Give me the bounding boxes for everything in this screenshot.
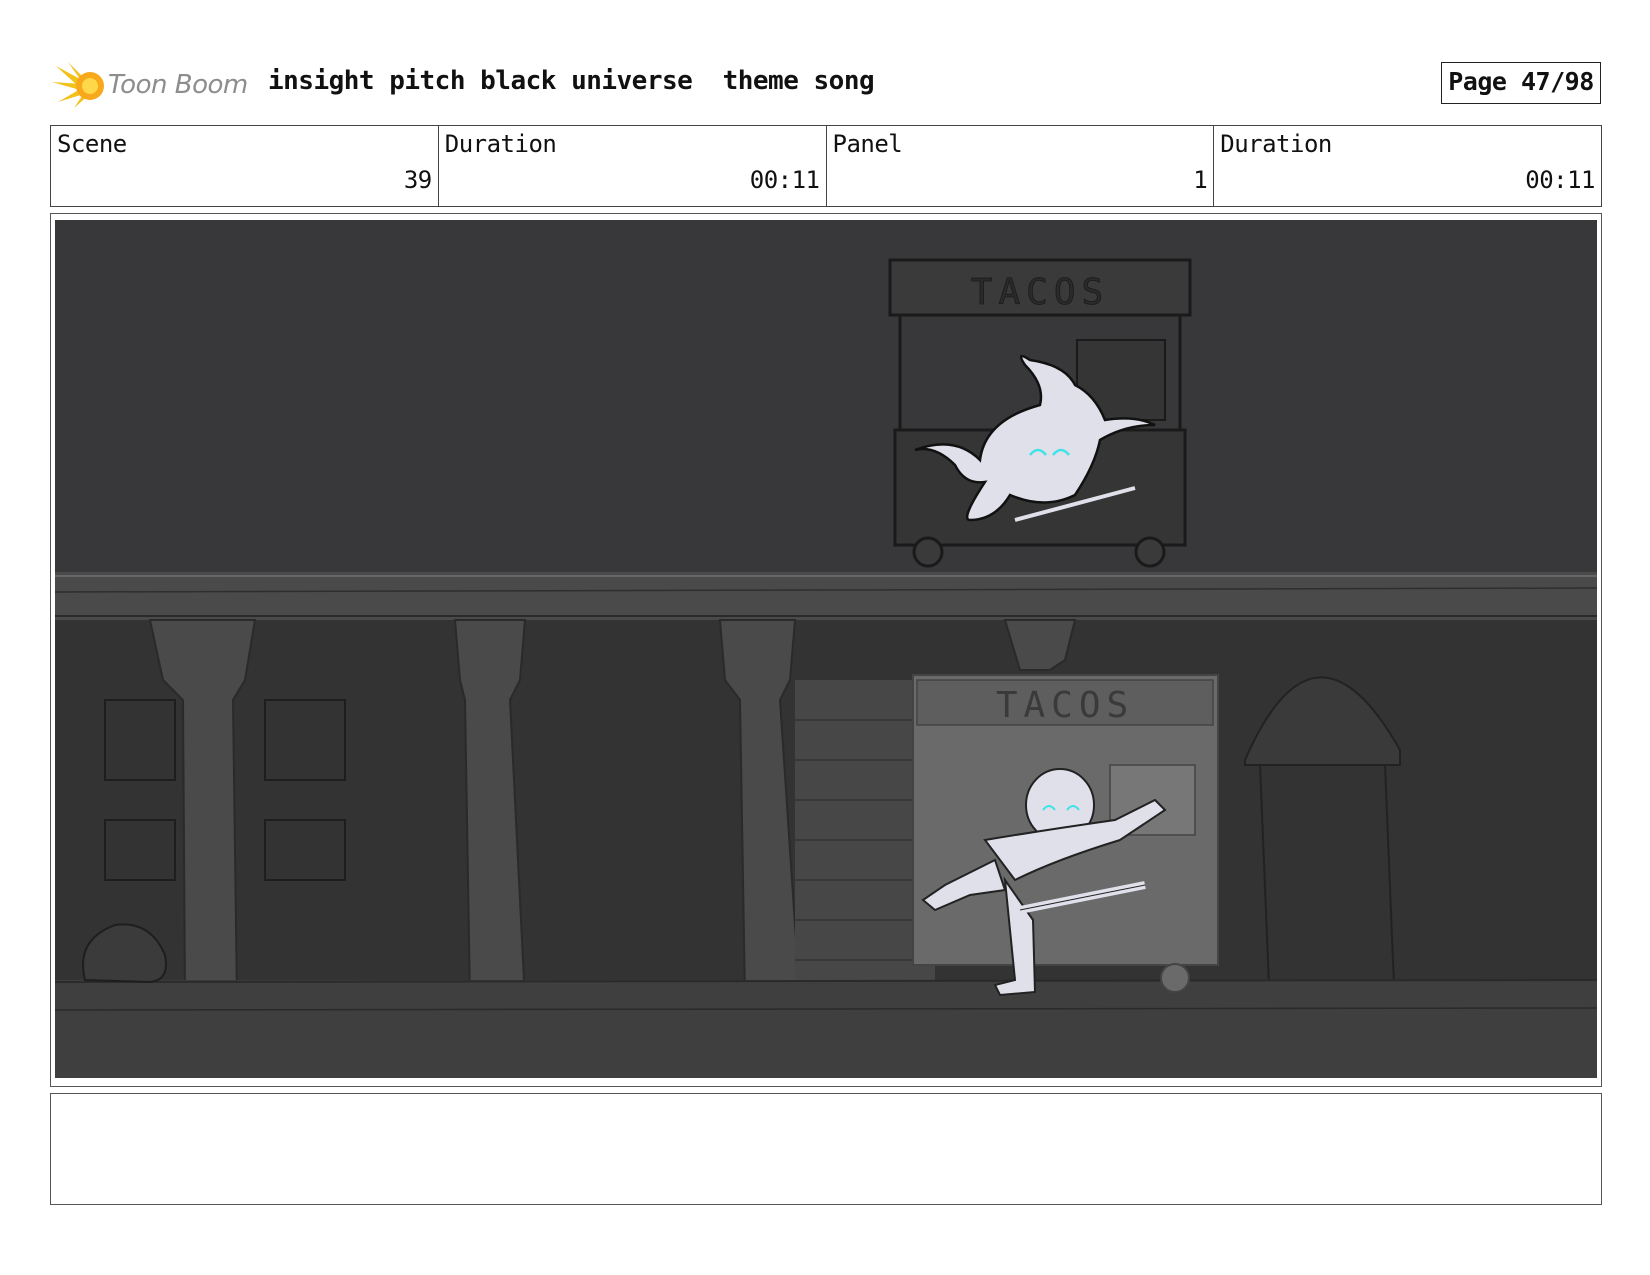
scene-duration-cell: Duration 00:11 — [439, 126, 827, 206]
storyboard-panel: TACOS TACOS — [50, 213, 1602, 1087]
scene-info-table: Scene 39 Duration 00:11 Panel 1 Duration… — [50, 125, 1602, 207]
page-indicator: Page 47/98 — [1441, 62, 1601, 104]
upper-cart-sign: TACOS — [971, 272, 1109, 313]
scene-duration-label: Duration — [444, 130, 557, 158]
panel-duration-label: Duration — [1220, 130, 1332, 158]
panel-duration-value: 00:11 — [1525, 166, 1595, 194]
scene-label: Scene — [57, 130, 127, 158]
panel-cell: Panel 1 — [827, 126, 1215, 206]
brand-name: Toon Boom — [108, 70, 248, 100]
scene-cell: Scene 39 — [51, 126, 439, 206]
scene-duration-value: 00:11 — [749, 166, 820, 194]
panel-notes-box — [50, 1093, 1602, 1205]
overpass-beam — [55, 572, 1597, 620]
document-title: insight pitch black universe theme song — [268, 66, 875, 96]
panel-duration-cell: Duration 00:11 — [1214, 126, 1601, 206]
street — [55, 980, 1597, 1078]
scene-value: 39 — [403, 166, 432, 194]
panel-value: 1 — [1193, 166, 1208, 194]
panel-label: Panel — [832, 130, 903, 158]
toon-boom-logo: Toon Boom — [52, 58, 252, 112]
starburst-icon — [52, 62, 104, 108]
lower-cart-sign: TACOS — [996, 685, 1134, 726]
panel-drawing: TACOS TACOS — [55, 220, 1597, 1078]
